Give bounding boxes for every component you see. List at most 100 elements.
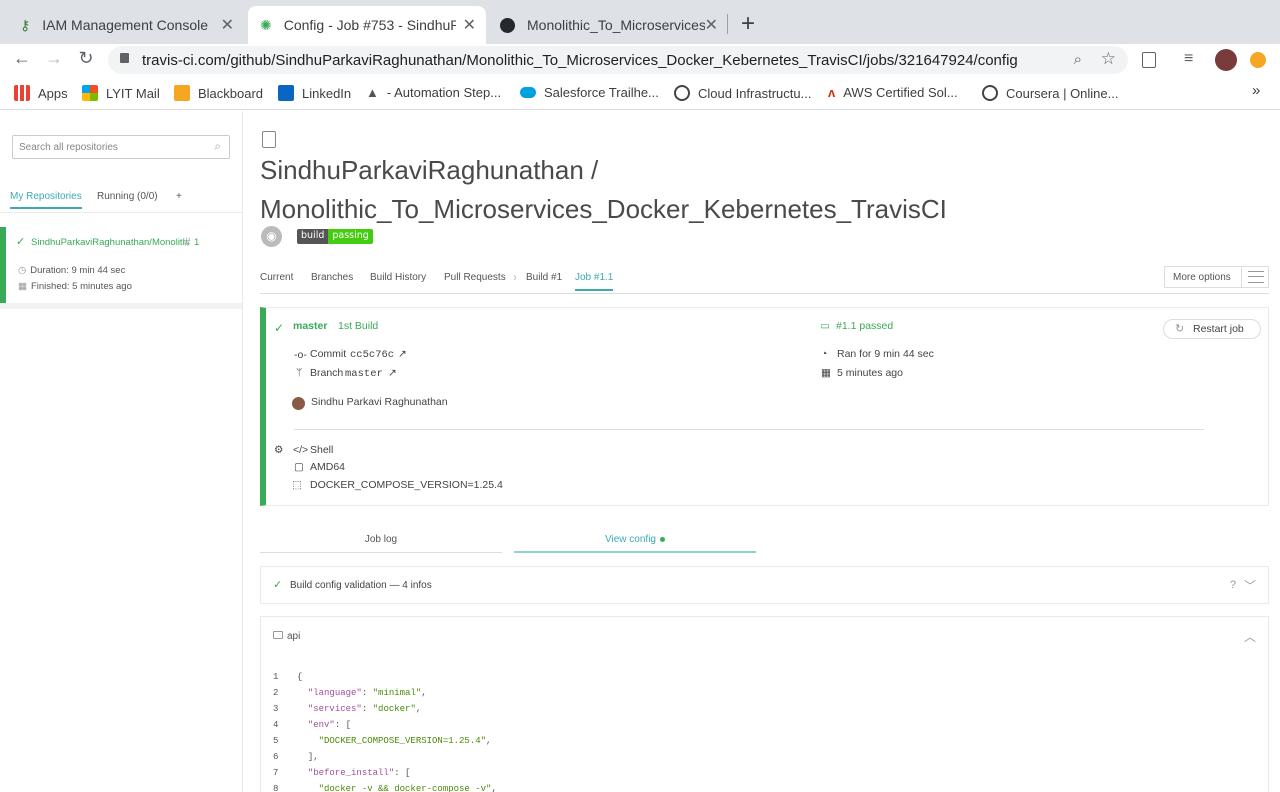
calendar-icon: ▭ xyxy=(820,320,830,332)
bookmark-aws[interactable]: ᴧ AWS Certified Sol... xyxy=(828,85,958,100)
sidebar: Search all repositories ⌕ My Repositorie… xyxy=(0,111,243,792)
external-link-icon[interactable]: ↗ xyxy=(398,348,407,360)
branch-icon: ᛘ xyxy=(296,367,303,379)
code-line: 6 ], xyxy=(273,749,497,765)
github-icon xyxy=(500,17,515,33)
build-label[interactable]: 1st Build xyxy=(338,320,378,332)
job-arch: AMD64 xyxy=(310,461,346,473)
reader-icon[interactable] xyxy=(1142,52,1156,68)
search-input[interactable]: Search all repositories ⌕ xyxy=(12,135,230,159)
close-icon[interactable]: ✕ xyxy=(463,15,476,35)
config-code: 1{2 "language": "minimal", 3 "services": … xyxy=(273,669,497,792)
bookmark-coursera[interactable]: Coursera | Online... xyxy=(982,85,1118,101)
tab-my-repositories[interactable]: My Repositories xyxy=(10,191,82,209)
search-icon[interactable]: ⌕ xyxy=(214,139,221,154)
lock-icon xyxy=(120,53,129,63)
repo-name[interactable]: Monolithic_To_Microservices_Docker_Keber… xyxy=(260,190,947,229)
bookmark-label: LYIT Mail xyxy=(106,85,160,101)
media-icon[interactable]: ≡ xyxy=(1184,50,1193,68)
url-text[interactable]: travis-ci.com/github/SindhuParkaviRaghun… xyxy=(142,52,1018,69)
badge-label: build xyxy=(297,229,329,244)
search-placeholder: Search all repositories xyxy=(19,142,118,153)
line-number: 3 xyxy=(273,704,279,714)
code-punct: ], xyxy=(307,752,319,762)
finished-text: Finished: 5 minutes ago xyxy=(30,281,132,292)
more-options-button[interactable]: More options xyxy=(1164,266,1269,288)
code-key: "before_install" xyxy=(307,768,395,778)
address-bar[interactable]: travis-ci.com/github/SindhuParkaviRaghun… xyxy=(108,46,1128,74)
main-content: SindhuParkaviRaghunathan / Monolithic_To… xyxy=(260,111,1270,792)
tab-label: View config xyxy=(605,534,656,545)
bookmark-linkedin[interactable]: LinkedIn xyxy=(278,85,351,101)
browser-toolbar: ← → ↻ travis-ci.com/github/SindhuParkavi… xyxy=(0,44,1280,76)
repo-name[interactable]: SindhuParkaviRaghunathan/Monolithic_To_M… xyxy=(31,237,189,248)
github-icon[interactable]: ◉ xyxy=(261,226,282,247)
profile-avatar[interactable] xyxy=(1215,49,1237,71)
tab-build-1[interactable]: Build #1 xyxy=(526,272,562,283)
aws-icon: ᴧ xyxy=(828,85,836,100)
calendar-icon: ▦ xyxy=(18,281,27,292)
code-string: "minimal" xyxy=(372,688,422,698)
hamburger-menu-icon xyxy=(1248,271,1264,283)
build-config-validation[interactable]: ✓ Build config validation — 4 infos ? ﹀ xyxy=(260,566,1269,604)
bookmark-cloud-infra[interactable]: Cloud Infrastructu... xyxy=(674,85,811,101)
bookmarks-bar: Apps LYIT Mail Blackboard LinkedIn ▲ - A… xyxy=(0,76,1280,110)
bookmark-label: Coursera | Online... xyxy=(1006,85,1119,101)
bookmark-salesforce[interactable]: Salesforce Trailhe... xyxy=(520,85,659,100)
restart-job-button[interactable]: ↻ Restart job xyxy=(1163,319,1261,339)
gear-icon: ⚙ xyxy=(274,444,284,456)
repo-owner[interactable]: SindhuParkaviRaghunathan / xyxy=(260,151,947,190)
tab-current[interactable]: Current xyxy=(260,272,293,283)
star-icon[interactable]: ☆ xyxy=(1101,49,1116,69)
bookmark-lyit-mail[interactable]: LYIT Mail xyxy=(82,85,160,101)
badge-status: passing xyxy=(328,229,373,244)
sidebar-repo-item[interactable]: ✓ SindhuParkaviRaghunathan/Monolithic_To… xyxy=(0,227,242,303)
stopwatch-icon: ◔ xyxy=(821,348,828,360)
bookmark-blackboard[interactable]: Blackboard xyxy=(174,85,263,101)
commit-hash[interactable]: cc5c76c xyxy=(350,349,394,361)
bookmark-apps[interactable]: Apps xyxy=(14,85,68,101)
branch-name[interactable]: master xyxy=(293,320,327,332)
chevron-up-icon[interactable]: ︿ xyxy=(1244,628,1256,645)
reload-icon[interactable]: ↻ xyxy=(74,48,98,69)
bookmark-label: Salesforce Trailhe... xyxy=(544,85,659,100)
back-icon[interactable]: ← xyxy=(10,48,34,69)
help-icon[interactable]: ? xyxy=(1230,579,1236,591)
finished-row: ▦ Finished: 5 minutes ago xyxy=(18,281,132,292)
tab-add[interactable]: + xyxy=(176,191,182,202)
tab-build-history[interactable]: Build History xyxy=(370,272,426,283)
close-icon[interactable]: ✕ xyxy=(705,15,718,35)
salesforce-cloud-icon xyxy=(520,87,536,98)
tab-job-1-1[interactable]: Job #1.1 xyxy=(575,272,614,291)
code-string: "docker -v && docker-compose -v" xyxy=(318,784,492,792)
zoom-icon[interactable]: ⌕ xyxy=(1074,51,1082,68)
build-status-badge[interactable]: build passing xyxy=(297,229,373,244)
chevron-down-icon[interactable]: ﹀ xyxy=(1244,577,1256,594)
extension-icon[interactable] xyxy=(1250,52,1266,68)
code-line: 5 "DOCKER_COMPOSE_VERSION=1.25.4", xyxy=(273,733,497,749)
browser-tab-config[interactable]: ✺ Config - Job #753 - SindhuParkavi ✕ xyxy=(248,6,486,44)
browser-tab-github[interactable]: Monolithic_To_Microservices_Docker ✕ xyxy=(488,6,728,44)
bookmarks-overflow[interactable]: » xyxy=(1252,82,1260,99)
bookmark-automation[interactable]: ▲ - Automation Step... xyxy=(366,85,501,100)
new-tab-button[interactable]: + xyxy=(736,10,760,38)
apps-grid-icon xyxy=(14,85,30,101)
tab-job-log[interactable]: Job log xyxy=(260,529,502,553)
build-number[interactable]: 1 xyxy=(194,237,199,248)
job-env: DOCKER_COMPOSE_VERSION=1.25.4 xyxy=(310,479,503,491)
forward-icon[interactable]: → xyxy=(42,48,66,69)
tab-pull-requests[interactable]: Pull Requests xyxy=(444,272,506,283)
blackboard-icon xyxy=(174,85,190,101)
tab-branches[interactable]: Branches xyxy=(311,272,353,283)
close-icon[interactable]: ✕ xyxy=(221,15,234,35)
code-line: 3 "services": "docker", xyxy=(273,701,497,717)
tab-view-config[interactable]: View config xyxy=(514,529,756,553)
browser-tab-iam[interactable]: ⚷ IAM Management Console ✕ xyxy=(8,6,244,44)
external-link-icon[interactable]: ↗ xyxy=(388,367,397,379)
tab-separator xyxy=(727,14,728,34)
code-string: "DOCKER_COMPOSE_VERSION=1.25.4" xyxy=(318,736,487,746)
bookmark-label: Blackboard xyxy=(198,85,264,101)
line-number: 8 xyxy=(273,784,279,792)
tab-running[interactable]: Running (0/0) xyxy=(97,191,158,202)
branch-value[interactable]: master xyxy=(345,368,383,380)
